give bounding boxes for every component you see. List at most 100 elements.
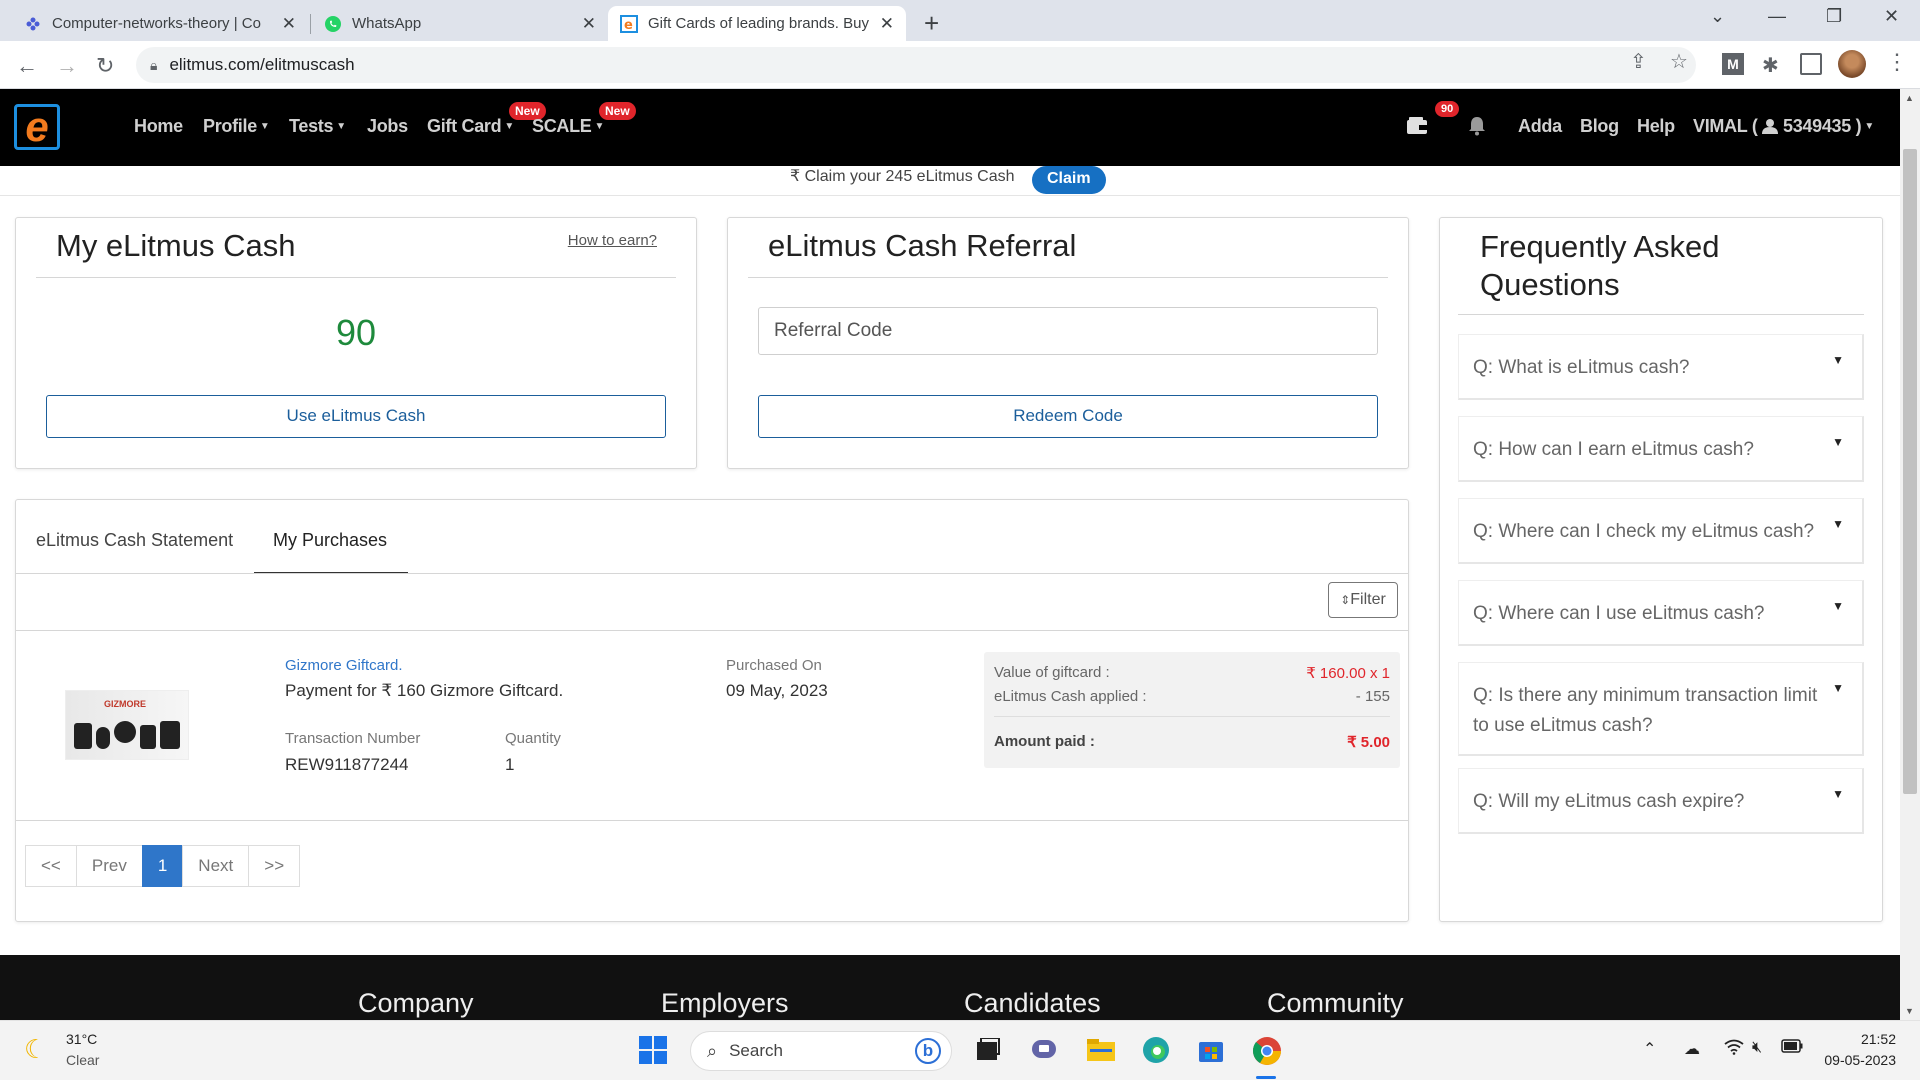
- browser-tab-whatsapp[interactable]: WhatsApp ✕: [312, 6, 608, 41]
- volume-muted-icon[interactable]: 🔇︎: [1752, 1039, 1762, 1057]
- paid-amount: ₹ 5.00: [1347, 734, 1390, 751]
- site-footer: Company Employers Candidates Community: [0, 955, 1900, 1020]
- page-scrollbar[interactable]: ▲ ▼: [1900, 89, 1920, 1020]
- nav-jobs[interactable]: Jobs: [367, 116, 408, 137]
- caret-down-icon: ▼: [1832, 435, 1844, 449]
- nav-gift-card[interactable]: Gift Card ▼: [427, 116, 514, 137]
- chrome-icon[interactable]: [1251, 1035, 1281, 1065]
- weather-desc[interactable]: Clear: [66, 1052, 99, 1068]
- claim-button[interactable]: Claim: [1032, 166, 1106, 194]
- back-arrow-icon[interactable]: ←: [16, 53, 38, 79]
- caret-down-icon: ▼: [1832, 353, 1844, 367]
- nav-profile[interactable]: Profile ▼: [203, 116, 270, 137]
- caret-down-icon: ▼: [336, 121, 346, 132]
- forward-arrow-icon[interactable]: →: [56, 53, 78, 79]
- faq-question: Q: Is there any minimum transaction limi…: [1473, 685, 1818, 736]
- faq-item[interactable]: Q: Is there any minimum transaction limi…: [1458, 662, 1864, 756]
- tab-my-purchases[interactable]: My Purchases: [273, 530, 387, 551]
- purchased-on-date: 09 May, 2023: [726, 681, 828, 700]
- pager-first[interactable]: <<: [25, 845, 77, 887]
- tray-chevron-icon[interactable]: ⌃: [1643, 1039, 1656, 1059]
- ms-store-icon[interactable]: [1196, 1035, 1226, 1065]
- pager-page-1[interactable]: 1: [141, 845, 184, 887]
- scroll-up-icon[interactable]: ▲: [1905, 93, 1914, 103]
- teams-chat-icon[interactable]: [1030, 1035, 1060, 1065]
- nav-adda[interactable]: Adda: [1518, 116, 1562, 137]
- share-icon[interactable]: ⇪: [1630, 49, 1647, 74]
- faq-question: Q: What is eLitmus cash?: [1473, 357, 1690, 378]
- browser-tab-networks[interactable]: Computer-networks-theory | Co ✕: [12, 6, 308, 41]
- minimize-icon[interactable]: —: [1768, 6, 1786, 27]
- onedrive-sync-icon[interactable]: ☁: [1684, 1039, 1700, 1059]
- side-panel-icon[interactable]: [1800, 53, 1822, 75]
- applied-amount: - 155: [1355, 688, 1390, 705]
- bell-icon[interactable]: [1468, 116, 1486, 142]
- close-icon[interactable]: ✕: [880, 14, 894, 34]
- more-menu-icon[interactable]: ⋮: [1886, 49, 1908, 75]
- weather-temp[interactable]: 31°C: [66, 1031, 97, 1047]
- clock-time[interactable]: 21:52: [1861, 1031, 1896, 1047]
- window-close-icon[interactable]: ✕: [1884, 6, 1899, 27]
- moon-weather-icon[interactable]: ☾: [24, 1034, 47, 1065]
- nav-help[interactable]: Help: [1637, 116, 1675, 137]
- applied-label: eLitmus Cash applied :: [994, 688, 1147, 705]
- tab-title: WhatsApp: [352, 15, 422, 32]
- tab-search-chevron-icon[interactable]: ⌄: [1710, 6, 1725, 27]
- faq-item[interactable]: Q: Will my eLitmus cash expire? ▼: [1458, 768, 1864, 834]
- close-icon[interactable]: ✕: [282, 14, 296, 34]
- maximize-icon[interactable]: ❐: [1826, 6, 1842, 27]
- avatar[interactable]: [1838, 50, 1866, 78]
- nav-scale[interactable]: SCALE ▼: [532, 116, 604, 137]
- reload-icon[interactable]: ↻: [96, 53, 114, 79]
- extensions-puzzle-icon[interactable]: ✱: [1762, 53, 1784, 77]
- windows-start-icon[interactable]: [638, 1035, 668, 1065]
- tab-divider: [310, 14, 311, 34]
- claim-bar: ₹ Claim your 245 eLitmus Cash Claim: [0, 166, 1900, 196]
- pager-next[interactable]: Next: [182, 845, 250, 887]
- battery-icon[interactable]: [1781, 1039, 1803, 1058]
- footer-company: Company: [358, 988, 474, 1018]
- card-title: eLitmus Cash Referral: [768, 228, 1077, 263]
- address-bar[interactable]: 🔒︎ elitmus.com/elitmuscash: [136, 47, 1696, 83]
- faq-item[interactable]: Q: How can I earn eLitmus cash? ▼: [1458, 416, 1864, 482]
- url-text: elitmus.com/elitmuscash: [169, 55, 355, 74]
- faq-item[interactable]: Q: What is eLitmus cash? ▼: [1458, 334, 1864, 400]
- close-icon[interactable]: ✕: [582, 14, 596, 34]
- nav-blog[interactable]: Blog: [1580, 116, 1619, 137]
- wifi-icon[interactable]: [1724, 1039, 1744, 1060]
- clock-date[interactable]: 09-05-2023: [1824, 1052, 1896, 1068]
- nav-tests[interactable]: Tests ▼: [289, 116, 346, 137]
- wallet-icon[interactable]: [1406, 117, 1428, 141]
- brand-logo-text: GIZMORE: [104, 699, 146, 709]
- how-to-earn-link[interactable]: How to earn?: [568, 232, 657, 249]
- faq-item[interactable]: Q: Where can I use eLitmus cash? ▼: [1458, 580, 1864, 646]
- edge-icon[interactable]: [1141, 1035, 1171, 1065]
- gadget-shape: [96, 727, 110, 749]
- scroll-thumb[interactable]: [1903, 149, 1917, 794]
- taskbar-search[interactable]: ⌕ Search b: [690, 1031, 952, 1071]
- giftcard-name-link[interactable]: Gizmore Giftcard.: [285, 657, 403, 674]
- filter-button[interactable]: ⇕Filter: [1328, 582, 1398, 618]
- scroll-down-icon[interactable]: ▼: [1905, 1006, 1914, 1016]
- pager-last[interactable]: >>: [248, 845, 301, 887]
- filter-label: Filter: [1350, 591, 1386, 608]
- pager-prev[interactable]: Prev: [75, 845, 143, 887]
- browser-toolbar: ← → ↻ 🔒︎ elitmus.com/elitmuscash ⇪ ☆ M ✱…: [0, 41, 1920, 89]
- gizmore-giftcard-image: GIZMORE: [65, 690, 189, 760]
- user-menu[interactable]: VIMAL ( 5349435 ) ▼: [1693, 116, 1874, 139]
- new-tab-button[interactable]: +: [924, 8, 939, 39]
- bookmark-star-icon[interactable]: ☆: [1670, 49, 1688, 74]
- use-elitmus-cash-button[interactable]: Use eLitmus Cash: [46, 395, 666, 438]
- nav-home[interactable]: Home: [134, 116, 183, 137]
- elitmus-logo[interactable]: e: [14, 103, 60, 150]
- task-view-icon[interactable]: [975, 1037, 1005, 1068]
- faq-card: Frequently Asked Questions Q: What is eL…: [1439, 217, 1883, 922]
- extension-m-icon[interactable]: M: [1722, 53, 1744, 75]
- referral-code-input[interactable]: Referral Code: [758, 307, 1378, 355]
- redeem-code-button[interactable]: Redeem Code: [758, 395, 1378, 438]
- search-icon: ⌕: [707, 1040, 718, 1061]
- browser-tab-giftcards[interactable]: e Gift Cards of leading brands. Buy ✕: [608, 6, 906, 41]
- faq-item[interactable]: Q: Where can I check my eLitmus cash? ▼: [1458, 498, 1864, 564]
- file-explorer-icon[interactable]: [1086, 1035, 1116, 1065]
- tab-cash-statement[interactable]: eLitmus Cash Statement: [36, 530, 233, 551]
